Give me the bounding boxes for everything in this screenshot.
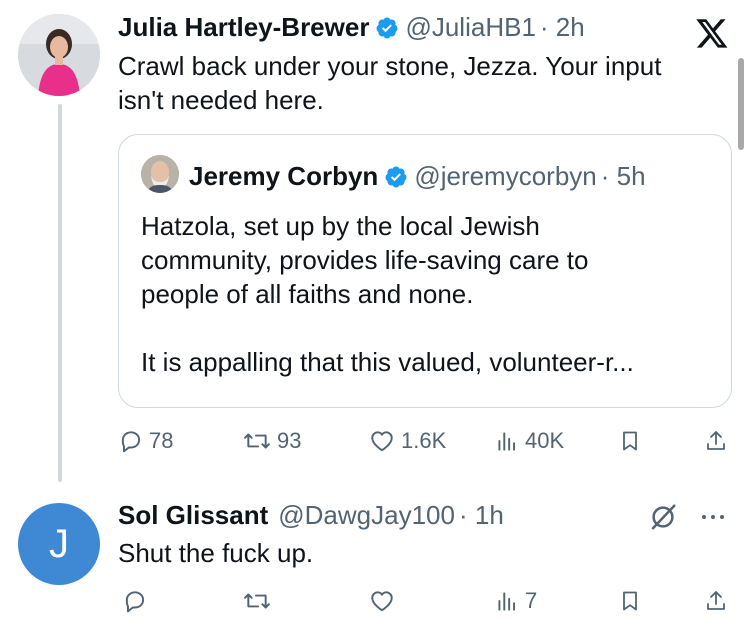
quote-time[interactable]: · 5h bbox=[601, 161, 646, 192]
scrollbar[interactable] bbox=[738, 58, 744, 150]
quote-text: Hatzola, set up by the local Jewish comm… bbox=[141, 209, 634, 379]
reply-icon bbox=[121, 431, 141, 453]
more-icon[interactable] bbox=[698, 510, 728, 524]
views-button[interactable]: 40K bbox=[494, 428, 564, 454]
avatar[interactable]: J bbox=[18, 503, 100, 585]
quote-text-line: people of all faiths and none. bbox=[141, 279, 474, 309]
tweet-text-line: Crawl back under your stone, Jezza. Your… bbox=[118, 51, 662, 81]
quote-header: Jeremy Corbyn @jeremycorbyn · 5h bbox=[189, 161, 646, 192]
tweet-text-line: isn't needed here. bbox=[118, 85, 324, 115]
like-count: 1.6K bbox=[401, 428, 447, 453]
avatar[interactable] bbox=[141, 155, 179, 193]
bookmark-button[interactable] bbox=[618, 588, 642, 614]
avatar[interactable] bbox=[18, 14, 100, 96]
author-handle[interactable]: @DawgJay100 bbox=[278, 500, 455, 531]
bookmark-button[interactable] bbox=[618, 428, 642, 454]
tweet-header: Sol Glissant @DawgJay100 · 1h bbox=[118, 500, 504, 531]
like-button[interactable]: 1.6K bbox=[368, 428, 446, 454]
quote-text-line: It is appalling that this valued, volunt… bbox=[141, 347, 634, 377]
quote-author-name[interactable]: Jeremy Corbyn bbox=[189, 161, 378, 192]
repost-count: 93 bbox=[277, 428, 302, 453]
verified-badge-icon bbox=[385, 166, 407, 187]
avatar-letter: J bbox=[49, 521, 69, 566]
like-button[interactable] bbox=[368, 588, 396, 614]
bookmark-icon bbox=[623, 591, 637, 611]
tweet-text: Shut the fuck up. bbox=[118, 536, 313, 570]
share-button[interactable] bbox=[704, 428, 728, 454]
share-button[interactable] bbox=[704, 588, 728, 614]
repost-button[interactable] bbox=[242, 588, 272, 614]
repost-button[interactable]: 93 bbox=[242, 428, 301, 454]
tweet-time[interactable]: · 1h bbox=[459, 500, 504, 531]
bookmark-icon bbox=[623, 431, 637, 451]
author-handle[interactable]: @JuliaHB1 bbox=[405, 12, 535, 43]
reply-button[interactable] bbox=[122, 588, 148, 614]
tweet-time[interactable]: · 2h bbox=[540, 12, 585, 43]
tweet-text: Crawl back under your stone, Jezza. Your… bbox=[118, 49, 661, 117]
reply-count: 78 bbox=[149, 428, 174, 453]
quote-tweet-card[interactable]: Jeremy Corbyn @jeremycorbyn · 5h Hatzola… bbox=[118, 134, 732, 408]
quote-text-line: Hatzola, set up by the local Jewish bbox=[141, 211, 540, 241]
repost-icon bbox=[244, 593, 270, 609]
author-name[interactable]: Sol Glissant bbox=[118, 500, 268, 531]
share-icon bbox=[707, 591, 725, 610]
like-icon bbox=[371, 591, 393, 612]
verified-badge-icon bbox=[376, 17, 398, 38]
reply-button[interactable]: 78 bbox=[118, 428, 173, 454]
reply-icon bbox=[125, 591, 145, 613]
thread-connector-line bbox=[58, 104, 62, 482]
views-icon bbox=[498, 432, 516, 451]
like-icon bbox=[371, 431, 393, 452]
grok-icon[interactable] bbox=[648, 502, 678, 532]
view-count: 40K bbox=[525, 428, 565, 453]
tweet-header: Julia Hartley-Brewer @JuliaHB1 · 2h bbox=[118, 12, 585, 43]
tweet-text-line: Shut the fuck up. bbox=[118, 538, 314, 568]
quote-author-handle[interactable]: @jeremycorbyn bbox=[414, 161, 596, 192]
view-count: 7 bbox=[525, 588, 538, 613]
views-icon bbox=[498, 592, 516, 611]
repost-icon bbox=[244, 433, 270, 449]
x-logo-icon[interactable] bbox=[694, 16, 730, 50]
quote-text-line: community, provides life-saving care to bbox=[141, 245, 589, 275]
views-button[interactable]: 7 bbox=[494, 588, 537, 614]
author-name[interactable]: Julia Hartley-Brewer bbox=[118, 12, 369, 43]
share-icon bbox=[707, 431, 725, 450]
